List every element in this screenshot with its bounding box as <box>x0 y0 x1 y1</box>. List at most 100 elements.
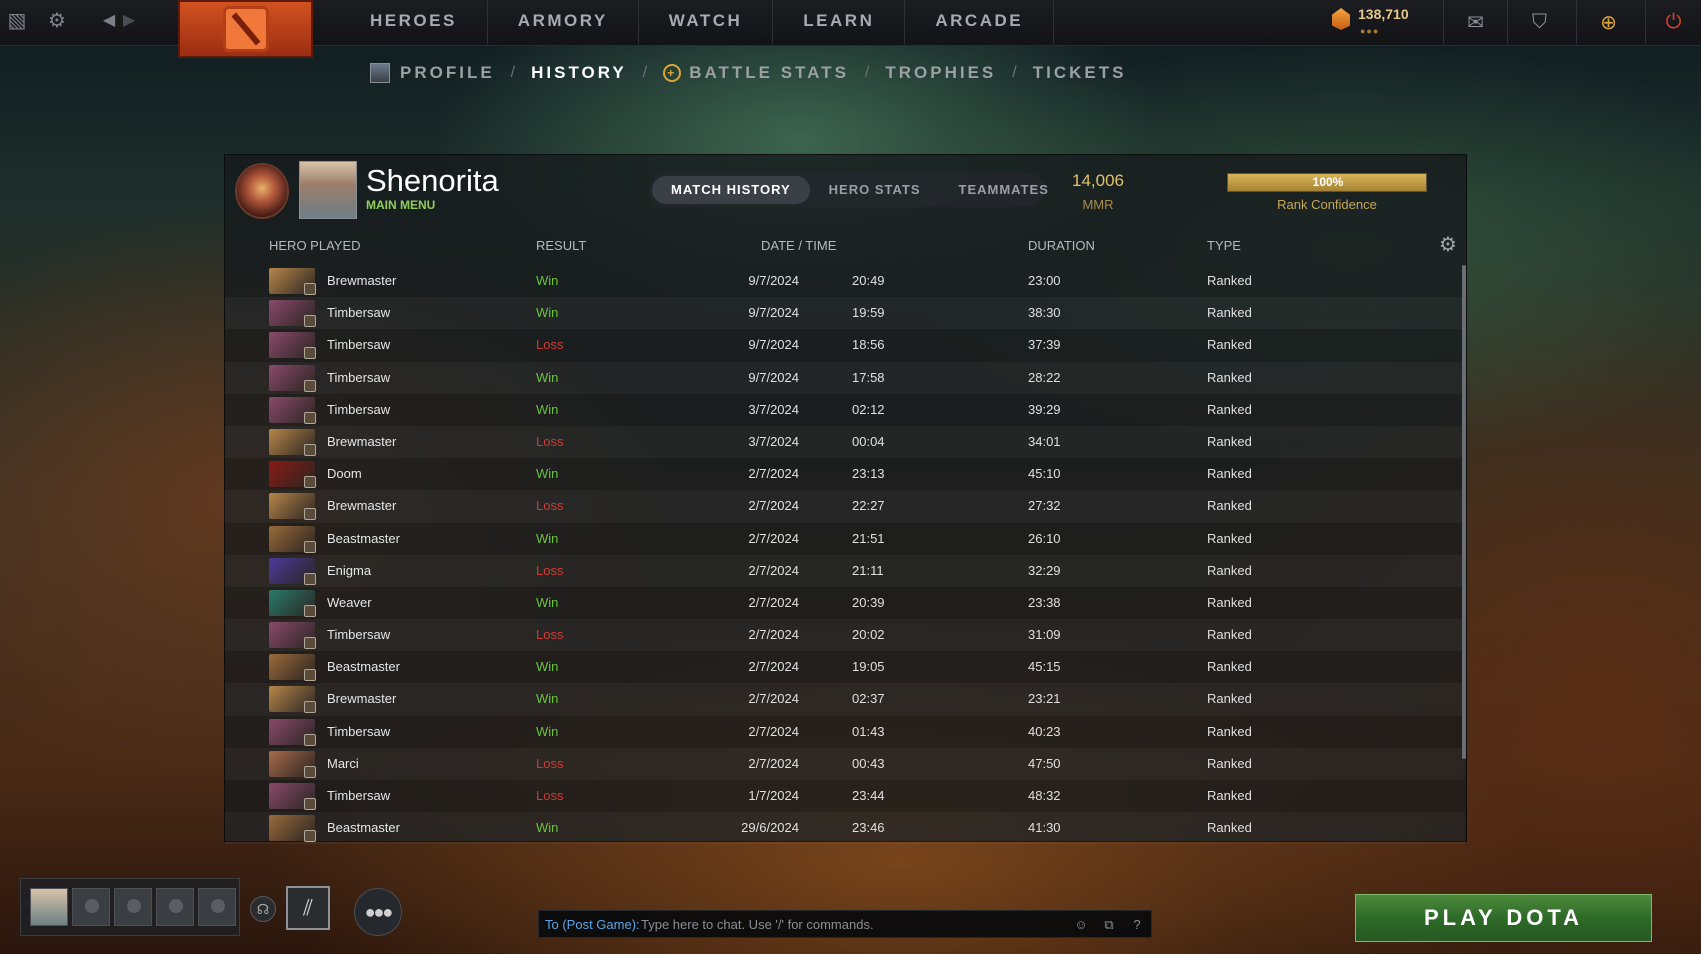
match-time: 20:02 <box>852 627 885 643</box>
hero-name: Brewmaster <box>327 433 397 449</box>
chat-bar[interactable]: To (Post Game): Type here to chat. Use '… <box>538 910 1152 938</box>
column-header-result[interactable]: RESULT <box>536 238 586 253</box>
hero-portrait-icon <box>269 686 316 714</box>
party-slot-empty[interactable] <box>198 888 236 926</box>
hero-portrait-icon <box>269 300 316 328</box>
hero-portrait-icon <box>269 461 316 489</box>
role-badge-icon <box>304 669 316 682</box>
table-row[interactable]: Timbersaw Win 2/7/2024 01:43 40:23 Ranked <box>225 716 1465 748</box>
subnav-profile[interactable]: PROFILE <box>370 63 495 83</box>
person-icon <box>211 899 225 913</box>
table-row[interactable]: Beastmaster Win 2/7/2024 19:05 45:15 Ranked <box>225 651 1465 683</box>
match-date: 2/7/2024 <box>748 627 799 643</box>
rank-confidence-value: 100% <box>1312 175 1344 189</box>
table-row[interactable]: Brewmaster Win 2/7/2024 02:37 23:21 Ranked <box>225 683 1465 716</box>
party-slot-empty[interactable] <box>156 888 194 926</box>
match-date: 9/7/2024 <box>748 273 799 288</box>
match-type: Ranked <box>1207 723 1252 739</box>
tab-teammates[interactable]: TEAMMATES <box>940 176 1068 204</box>
match-duration: 23:21 <box>1028 691 1061 707</box>
table-row[interactable]: Beastmaster Win 2/7/2024 21:51 26:10 Ranked <box>225 523 1465 555</box>
hero-name: Brewmaster <box>327 273 397 288</box>
dota-logo-button[interactable] <box>178 0 313 58</box>
nav-armory[interactable]: ARMORY <box>488 0 639 44</box>
plus-subscription-button[interactable]: ⫽ <box>286 886 330 930</box>
hero-name: Brewmaster <box>327 498 397 514</box>
match-date: 2/7/2024 <box>748 530 799 546</box>
table-row[interactable]: Beastmaster Win 29/6/2024 23:46 41:30 Ranked <box>225 812 1465 845</box>
tab-hero-stats[interactable]: HERO STATS <box>810 176 940 204</box>
table-row[interactable]: Doom Win 2/7/2024 23:13 45:10 Ranked <box>225 458 1465 490</box>
subnav-battle-stats-label: BATTLE STATS <box>689 63 849 82</box>
settings-icon[interactable]: ⚙ <box>44 8 70 34</box>
match-duration: 47:50 <box>1028 755 1061 771</box>
plus-icon[interactable]: ⊕ <box>1576 0 1640 44</box>
party-slot-empty[interactable] <box>72 888 110 926</box>
column-header-duration[interactable]: DURATION <box>1028 238 1095 253</box>
match-time: 22:27 <box>852 498 885 514</box>
nav-watch[interactable]: WATCH <box>639 0 774 44</box>
nav-heroes[interactable]: HEROES <box>340 0 488 44</box>
play-dota-button[interactable]: PLAY DOTA <box>1355 894 1652 942</box>
armory-shield-icon[interactable]: ⛉ <box>1507 0 1571 44</box>
rank-emblem-icon[interactable] <box>237 165 287 217</box>
tab-match-history[interactable]: MATCH HISTORY <box>652 176 810 204</box>
avatar[interactable] <box>299 161 357 219</box>
subnav-battle-stats[interactable]: + BATTLE STATS <box>663 63 849 83</box>
table-row[interactable]: Timbersaw Loss 1/7/2024 23:44 48:32 Ranked <box>225 780 1465 812</box>
match-type: Ranked <box>1207 820 1252 836</box>
help-icon[interactable]: ? <box>1127 915 1147 935</box>
nav-arcade[interactable]: ARCADE <box>905 0 1055 44</box>
chat-input[interactable]: Type here to chat. Use '/' for commands. <box>641 911 874 938</box>
table-row[interactable]: Brewmaster Win 9/7/2024 20:49 23:00 Ranked <box>225 265 1465 297</box>
table-row[interactable]: Timbersaw Loss 9/7/2024 18:56 37:39 Ranked <box>225 329 1465 361</box>
scrollbar[interactable] <box>1462 265 1466 759</box>
dashboard-icon[interactable]: ▧ <box>4 8 30 34</box>
subnav-history[interactable]: HISTORY <box>531 63 627 83</box>
nav-learn[interactable]: LEARN <box>773 0 906 44</box>
voice-chat-icon[interactable]: ☊ <box>250 896 276 922</box>
hero-name: Brewmaster <box>327 691 397 707</box>
party-slot-empty[interactable] <box>114 888 152 926</box>
table-row[interactable]: Enigma Loss 2/7/2024 21:11 32:29 Ranked <box>225 554 1465 587</box>
match-duration: 45:15 <box>1028 659 1061 675</box>
table-row[interactable]: Marci Loss 2/7/2024 00:43 47:50 Ranked <box>225 747 1465 780</box>
table-row[interactable]: Timbersaw Loss 2/7/2024 20:02 31:09 Ranked <box>225 619 1465 652</box>
match-date: 2/7/2024 <box>748 659 799 675</box>
column-header-hero[interactable]: HERO PLAYED <box>269 238 361 253</box>
table-row[interactable]: Timbersaw Win 9/7/2024 17:58 28:22 Ranked <box>225 361 1465 394</box>
rank-confidence-label: Rank Confidence <box>1277 197 1377 212</box>
power-icon[interactable]: ⏻ <box>1645 0 1701 44</box>
subnav-tickets[interactable]: TICKETS <box>1033 63 1127 83</box>
match-time: 20:39 <box>852 594 885 610</box>
person-icon <box>85 899 99 913</box>
table-row[interactable]: Brewmaster Loss 3/7/2024 00:04 34:01 Ranked <box>225 425 1465 459</box>
chat-popout-icon[interactable]: ⧉ <box>1099 915 1119 935</box>
forward-icon[interactable]: ▶ <box>116 8 142 34</box>
match-result: Loss <box>536 627 564 643</box>
role-badge-icon <box>304 347 316 360</box>
party-slot-self[interactable] <box>30 888 68 926</box>
table-row[interactable]: Brewmaster Loss 2/7/2024 22:27 27:32 Ranked <box>225 490 1465 523</box>
gear-icon[interactable]: ⚙ <box>1436 233 1460 257</box>
column-header-type[interactable]: TYPE <box>1207 238 1241 253</box>
breadcrumb-separator: / <box>642 64 648 81</box>
hero-portrait-icon <box>269 589 316 617</box>
emoji-icon[interactable]: ☺ <box>1071 915 1091 935</box>
table-row[interactable]: Weaver Win 2/7/2024 20:39 23:38 Ranked <box>225 587 1465 619</box>
match-time: 17:58 <box>852 369 885 385</box>
mail-icon[interactable]: ✉ <box>1443 0 1507 44</box>
hero-portrait-icon <box>269 718 316 746</box>
table-row[interactable]: Timbersaw Win 3/7/2024 02:12 39:29 Ranked <box>225 394 1465 426</box>
currency-value: 138,710 <box>1358 6 1409 22</box>
subnav-trophies[interactable]: TROPHIES <box>885 63 996 83</box>
match-type: Ranked <box>1207 433 1252 449</box>
friends-icon[interactable]: ●●● <box>354 888 402 936</box>
chat-channel-label[interactable]: To (Post Game): <box>545 911 640 938</box>
match-type: Ranked <box>1207 627 1252 643</box>
role-badge-icon <box>304 830 316 843</box>
column-header-datetime[interactable]: DATE / TIME <box>761 238 836 253</box>
match-type: Ranked <box>1207 755 1252 771</box>
table-row[interactable]: Timbersaw Win 9/7/2024 19:59 38:30 Ranked <box>225 297 1465 330</box>
match-date: 3/7/2024 <box>748 401 799 417</box>
